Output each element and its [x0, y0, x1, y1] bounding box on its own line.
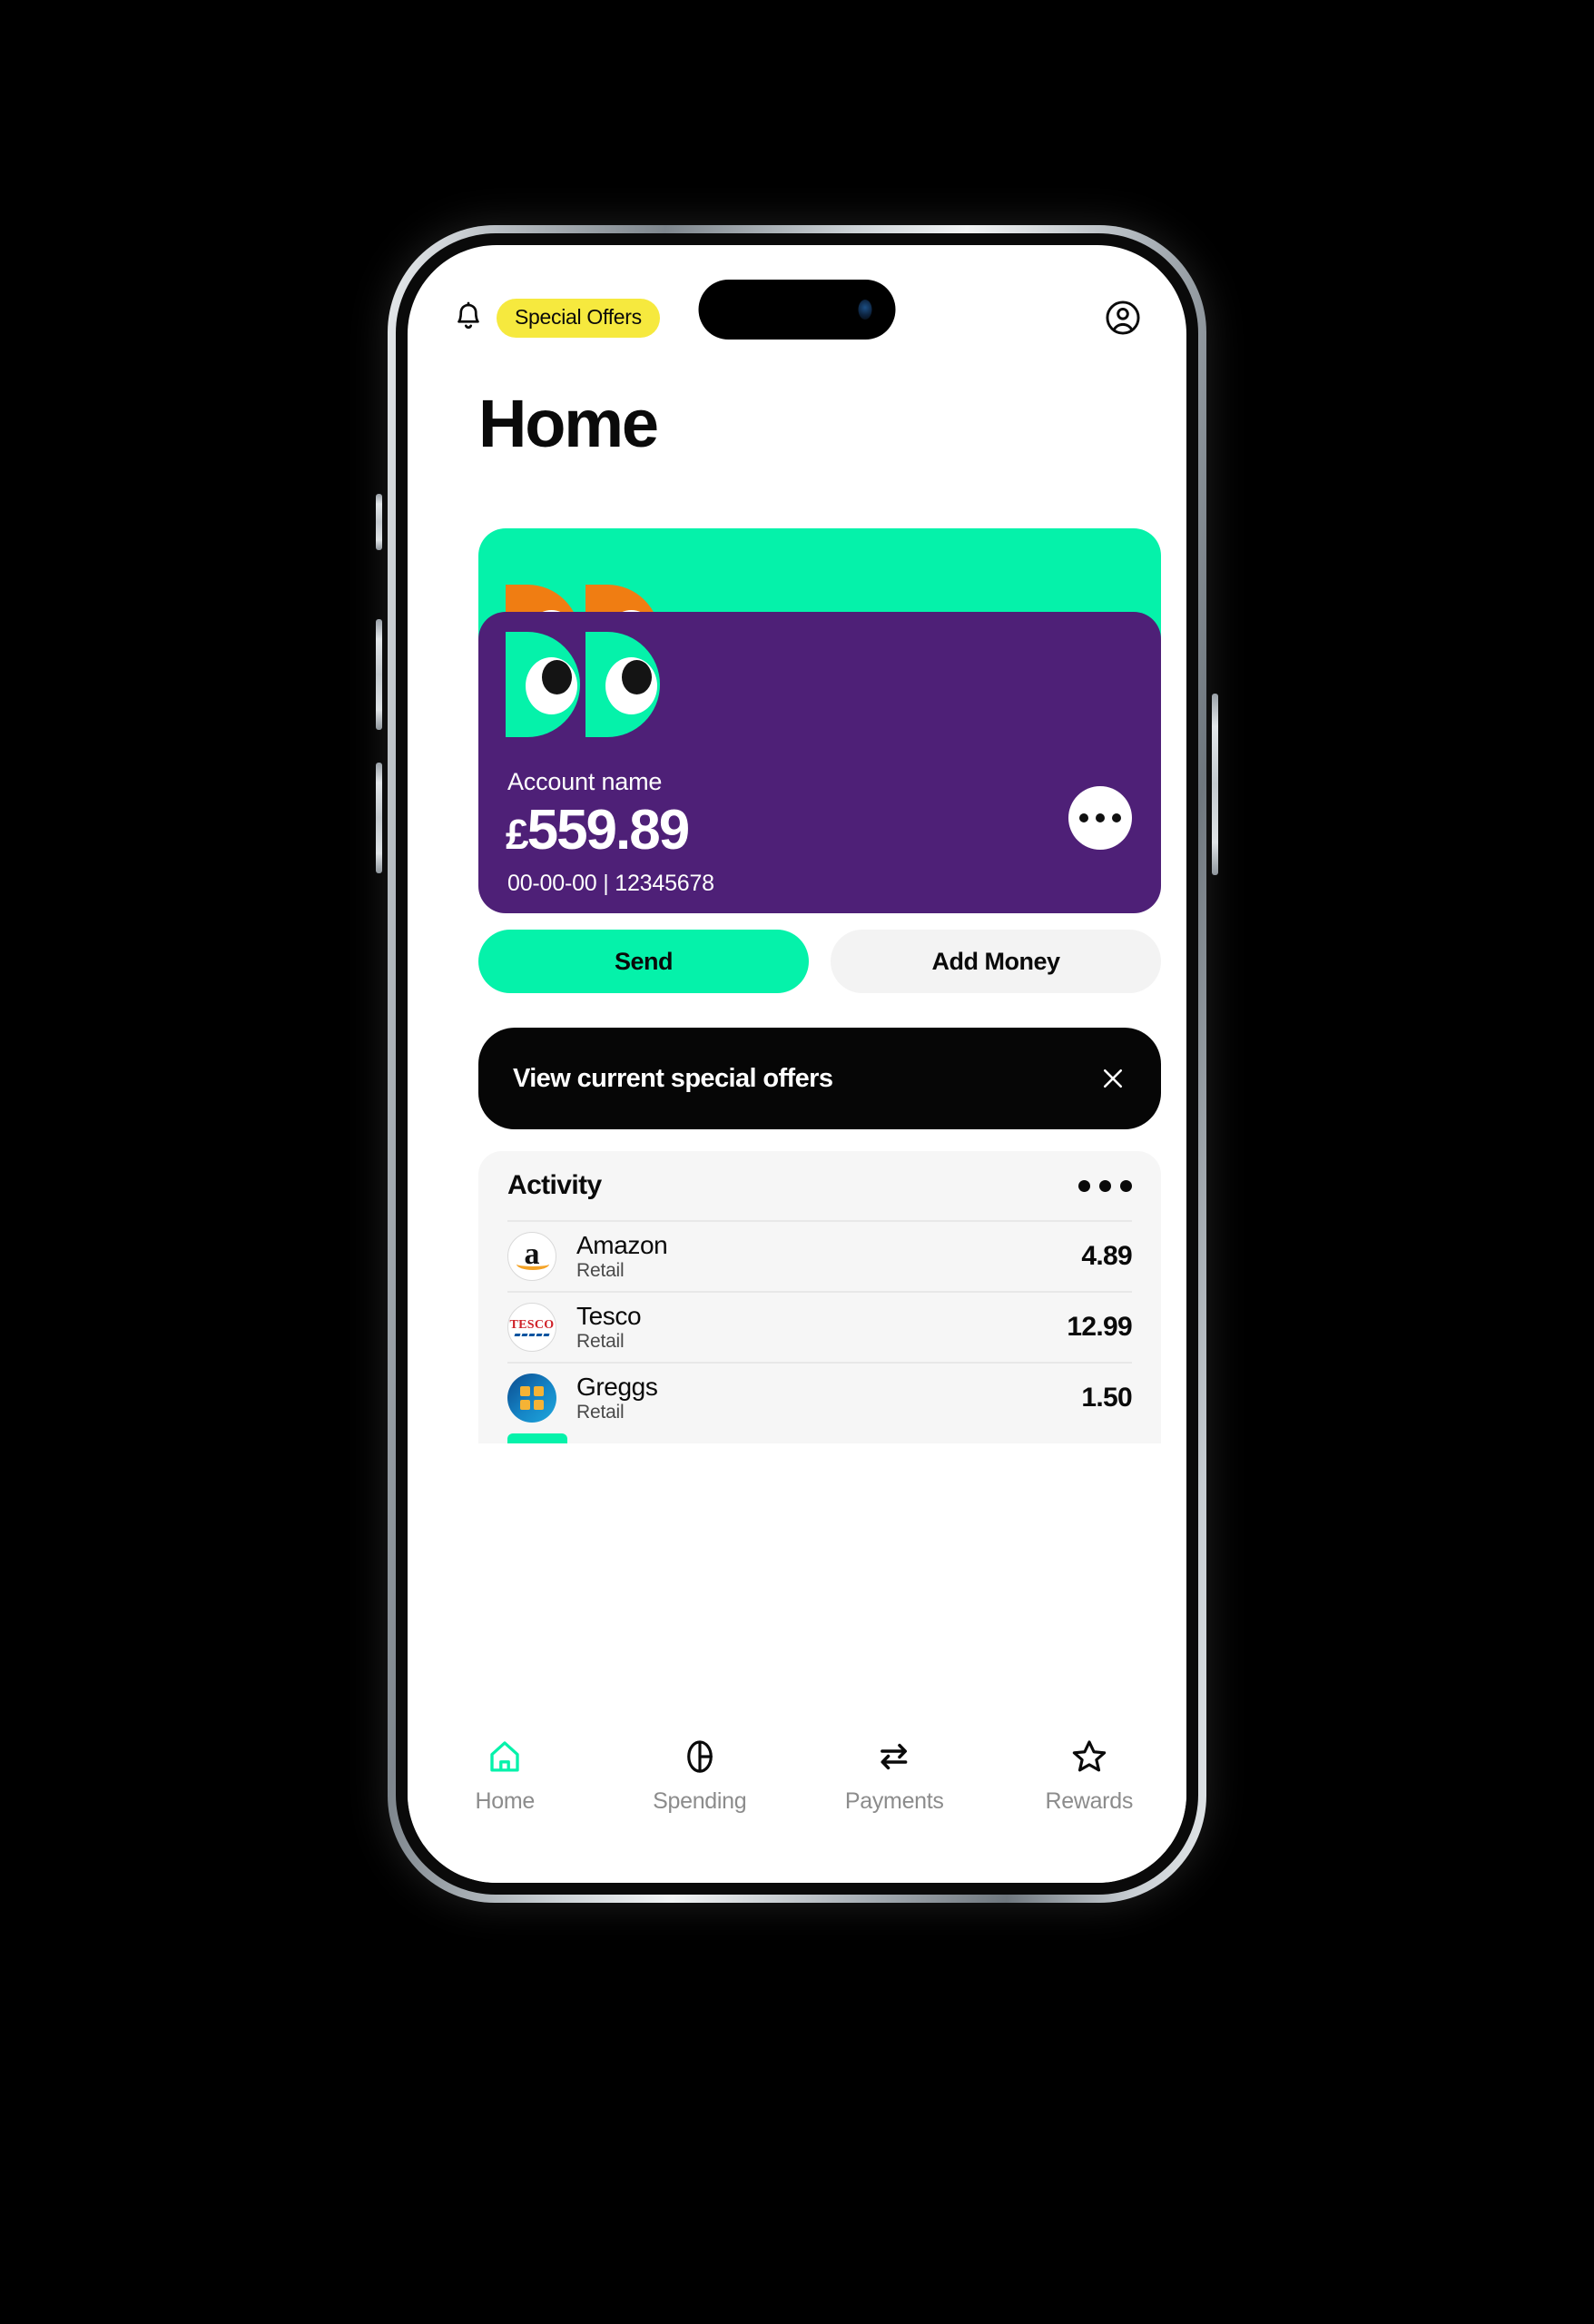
nav-item-home[interactable]: Home	[408, 1738, 603, 1815]
nav-item-spending[interactable]: Spending	[603, 1738, 798, 1815]
merchant-category: Retail	[576, 1401, 625, 1423]
volume-up-button[interactable]	[376, 619, 382, 730]
table-row[interactable]: a Amazon Retail 4.89	[507, 1220, 1133, 1291]
star-icon	[1072, 1740, 1106, 1772]
dynamic-island	[698, 280, 896, 340]
power-button[interactable]	[1212, 694, 1218, 875]
merchant-name: Greggs	[576, 1373, 658, 1402]
home-icon	[490, 1741, 519, 1772]
transaction-amount: 1.50	[1081, 1383, 1132, 1413]
tesco-logo-icon: TESCO	[507, 1303, 556, 1352]
nav-label-payments: Payments	[844, 1788, 944, 1814]
dd-eyes-logo	[506, 632, 660, 737]
nav-item-payments[interactable]: Payments	[797, 1738, 992, 1815]
merchant-name: Amazon	[576, 1231, 668, 1260]
balance-amount: 559.89	[526, 799, 691, 862]
silence-switch-button[interactable]	[376, 494, 382, 550]
transfer-arrows-icon	[881, 1743, 908, 1770]
nav-item-rewards[interactable]: Rewards	[992, 1738, 1187, 1815]
table-row[interactable]: Greggs Retail 1.50	[507, 1362, 1133, 1433]
account-card-stack: Account name £559.89 00-00-00 | 12345678	[478, 528, 1161, 913]
activity-title: Activity	[507, 1170, 602, 1200]
transaction-details: Greggs Retail	[576, 1373, 658, 1423]
card-more-options-button[interactable]	[1068, 786, 1132, 850]
volume-down-button[interactable]	[376, 763, 382, 873]
send-button[interactable]: Send	[478, 930, 809, 993]
scroll-indicator[interactable]	[507, 1433, 567, 1443]
phone-frame: Special Offers Home Account name £559.89…	[376, 225, 1218, 1903]
nav-label-home: Home	[475, 1788, 536, 1814]
account-number: 00-00-00 | 12345678	[507, 871, 714, 896]
special-offers-banner[interactable]: View current special offers	[478, 1028, 1161, 1129]
phone-bezel: Special Offers Home Account name £559.89…	[396, 233, 1198, 1895]
front-camera-icon	[858, 300, 872, 320]
account-balance: £559.89	[506, 799, 691, 862]
merchant-name: Tesco	[576, 1302, 642, 1331]
activity-header: Activity	[507, 1151, 1132, 1220]
pie-chart-icon	[686, 1740, 713, 1773]
close-icon[interactable]	[1099, 1065, 1127, 1092]
activity-menu-button[interactable]	[1078, 1179, 1132, 1192]
transaction-details: Amazon Retail	[576, 1231, 668, 1282]
add-money-button[interactable]: Add Money	[831, 930, 1161, 993]
primary-account-card[interactable]: Account name £559.89 00-00-00 | 12345678	[478, 612, 1161, 913]
greggs-logo-icon	[507, 1374, 556, 1423]
transaction-amount: 12.99	[1067, 1312, 1132, 1342]
nav-label-spending: Spending	[653, 1788, 747, 1814]
phone-screen: Special Offers Home Account name £559.89…	[408, 245, 1186, 1883]
offers-banner-label: View current special offers	[513, 1063, 833, 1093]
account-name-label: Account name	[507, 768, 663, 795]
quick-actions: Send Add Money	[478, 930, 1161, 993]
page-title: Home	[478, 386, 659, 461]
transaction-details: Tesco Retail	[576, 1302, 642, 1353]
profile-avatar-icon[interactable]	[1103, 298, 1143, 338]
currency-symbol: £	[506, 811, 529, 858]
amazon-logo-icon: a	[507, 1232, 556, 1281]
nav-label-rewards: Rewards	[1045, 1788, 1134, 1814]
special-offers-badge[interactable]: Special Offers	[497, 298, 660, 338]
merchant-category: Retail	[576, 1259, 625, 1281]
activity-panel: Activity a Amazon Retail 4.89 TESCO Tesc…	[478, 1151, 1161, 1443]
bell-icon[interactable]	[451, 300, 486, 335]
merchant-category: Retail	[576, 1330, 625, 1352]
transaction-amount: 4.89	[1081, 1241, 1132, 1271]
table-row[interactable]: TESCO Tesco Retail 12.99	[507, 1291, 1133, 1362]
bottom-navigation: Home Spending Payments Rewards	[408, 1718, 1186, 1883]
